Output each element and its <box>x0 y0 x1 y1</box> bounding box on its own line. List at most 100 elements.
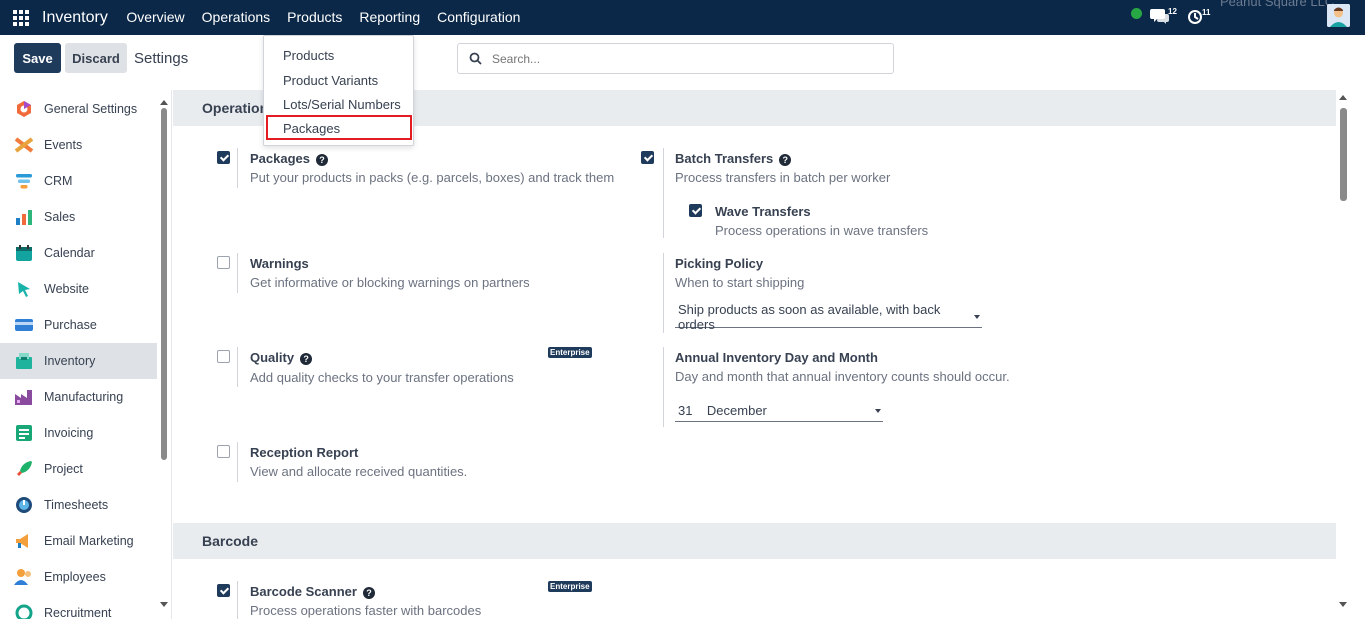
barcode-scanner-title: Barcode Scanner? <box>250 584 375 599</box>
help-icon[interactable]: ? <box>779 154 792 166</box>
barcode-scanner-checkbox[interactable] <box>217 584 230 597</box>
sidebar-item-employees[interactable]: Employees <box>0 559 157 595</box>
section-barcode: Barcode <box>173 523 1336 559</box>
search-box[interactable] <box>457 43 894 74</box>
sidebar-item-label: Invoicing <box>44 426 94 440</box>
sidebar-item-label: Recruitment <box>44 606 112 619</box>
picking-policy-select[interactable]: Ship products as soon as available, with… <box>675 302 982 332</box>
divider <box>237 581 238 619</box>
sidebar-item-purchase[interactable]: Purchase <box>0 307 157 343</box>
messages-icon[interactable]: 12 <box>1150 6 1178 26</box>
save-button[interactable]: Save <box>14 43 61 73</box>
settings-sidebar: General Settings Events CRM Sales Calend… <box>0 90 172 619</box>
employees-icon <box>13 566 35 588</box>
help-icon[interactable]: ? <box>362 587 375 599</box>
sidebar-item-timesheets[interactable]: Timesheets <box>0 487 157 523</box>
avatar[interactable] <box>1327 4 1350 27</box>
annual-inventory-desc: Day and month that annual inventory coun… <box>675 369 1010 384</box>
divider <box>663 347 664 427</box>
sidebar-item-label: Events <box>44 138 83 152</box>
wave-transfers-checkbox[interactable] <box>689 204 702 217</box>
sidebar-scrollbar[interactable] <box>161 108 167 460</box>
picking-policy-desc: When to start shipping <box>675 275 805 290</box>
email-marketing-icon <box>13 530 35 552</box>
calendar-icon <box>13 242 35 264</box>
sidebar-item-invoicing[interactable]: Invoicing <box>0 415 157 451</box>
apps-grid-icon[interactable] <box>13 9 29 26</box>
sidebar-item-project[interactable]: Project <box>0 451 157 487</box>
main-scroll-down-icon[interactable] <box>1339 602 1347 607</box>
chevron-down-icon <box>875 408 881 413</box>
sidebar-item-label: Calendar <box>44 246 95 260</box>
project-icon <box>13 458 35 480</box>
divider <box>663 148 664 238</box>
quality-title: Quality? <box>250 350 313 365</box>
sidebar-item-crm[interactable]: CRM <box>0 163 157 199</box>
annual-inventory-title: Annual Inventory Day and Month <box>675 350 878 365</box>
enterprise-badge: Enterprise <box>548 581 592 592</box>
sidebar-scroll-down-icon[interactable] <box>160 602 168 607</box>
app-name[interactable]: Inventory <box>42 9 108 27</box>
menu-configuration[interactable]: Configuration <box>429 0 529 35</box>
wave-transfers-title: Wave Transfers <box>715 204 811 219</box>
reception-report-desc: View and allocate received quantities. <box>250 464 468 479</box>
warnings-checkbox[interactable] <box>217 256 230 269</box>
manufacturing-icon <box>13 386 35 408</box>
sidebar-item-inventory[interactable]: Inventory <box>0 343 157 379</box>
general-settings-icon <box>13 98 35 120</box>
activities-icon[interactable]: 11 <box>1187 6 1215 26</box>
sidebar-item-manufacturing[interactable]: Manufacturing <box>0 379 157 415</box>
sidebar-item-label: Purchase <box>44 318 97 332</box>
divider <box>237 347 238 387</box>
chevron-down-icon <box>974 314 980 319</box>
menu-operations[interactable]: Operations <box>193 0 278 35</box>
sidebar-item-events[interactable]: Events <box>0 127 157 163</box>
packages-checkbox[interactable] <box>217 151 230 164</box>
inventory-icon <box>13 350 35 372</box>
menu-overview[interactable]: Overview <box>118 0 193 35</box>
help-icon[interactable]: ? <box>316 154 328 166</box>
divider <box>663 253 664 333</box>
company-name[interactable]: Peanut Square LLC <box>1220 0 1334 9</box>
menu-item-products[interactable]: Products <box>283 48 334 63</box>
sidebar-item-sales[interactable]: Sales <box>0 199 157 235</box>
annual-inventory-value: 31 December <box>678 403 767 418</box>
barcode-scanner-desc: Process operations faster with barcodes <box>250 603 482 618</box>
warnings-title: Warnings <box>250 256 309 271</box>
menu-item-lots-serial-numbers[interactable]: Lots/Serial Numbers <box>283 97 401 112</box>
quality-desc: Add quality checks to your transfer oper… <box>250 370 514 385</box>
sidebar-item-recruitment[interactable]: Recruitment <box>0 595 157 619</box>
picking-policy-value: Ship products as soon as available, with… <box>678 301 941 332</box>
sidebar-item-email-marketing[interactable]: Email Marketing <box>0 523 157 559</box>
batch-transfers-title: Batch Transfers? <box>675 151 792 166</box>
search-input[interactable] <box>492 51 872 66</box>
annual-inventory-select[interactable]: 31 December <box>675 400 883 422</box>
sidebar-item-label: CRM <box>44 174 73 188</box>
sidebar-scroll-up-icon[interactable] <box>160 100 168 105</box>
menu-reporting[interactable]: Reporting <box>351 0 429 35</box>
quality-checkbox[interactable] <box>217 350 230 363</box>
sidebar-item-general-settings[interactable]: General Settings <box>0 91 157 127</box>
sidebar-item-label: Project <box>44 462 83 476</box>
sidebar-item-label: Sales <box>44 210 76 224</box>
discard-button[interactable]: Discard <box>65 43 127 73</box>
reception-report-title: Reception Report <box>250 445 359 460</box>
help-icon[interactable]: ? <box>300 353 313 365</box>
sidebar-item-label: Timesheets <box>44 498 109 512</box>
main-scroll-up-icon[interactable] <box>1339 95 1347 100</box>
activities-count: 11 <box>1202 8 1211 17</box>
batch-transfers-checkbox[interactable] <box>641 151 654 164</box>
packages-highlight-box <box>266 115 412 140</box>
sidebar-item-calendar[interactable]: Calendar <box>0 235 157 271</box>
packages-desc: Put your products in packs (e.g. parcels… <box>250 170 615 185</box>
menu-products[interactable]: Products <box>279 0 351 35</box>
top-navbar: Inventory Overview Operations Products R… <box>0 0 1365 35</box>
sidebar-item-website[interactable]: Website <box>0 271 157 307</box>
main-scrollbar[interactable] <box>1340 108 1347 201</box>
search-icon <box>469 52 482 65</box>
menu-item-product-variants[interactable]: Product Variants <box>283 73 378 88</box>
sidebar-item-label: Website <box>44 282 89 296</box>
sidebar-item-label: Inventory <box>44 354 96 368</box>
events-icon <box>13 134 35 156</box>
reception-report-checkbox[interactable] <box>217 445 230 458</box>
